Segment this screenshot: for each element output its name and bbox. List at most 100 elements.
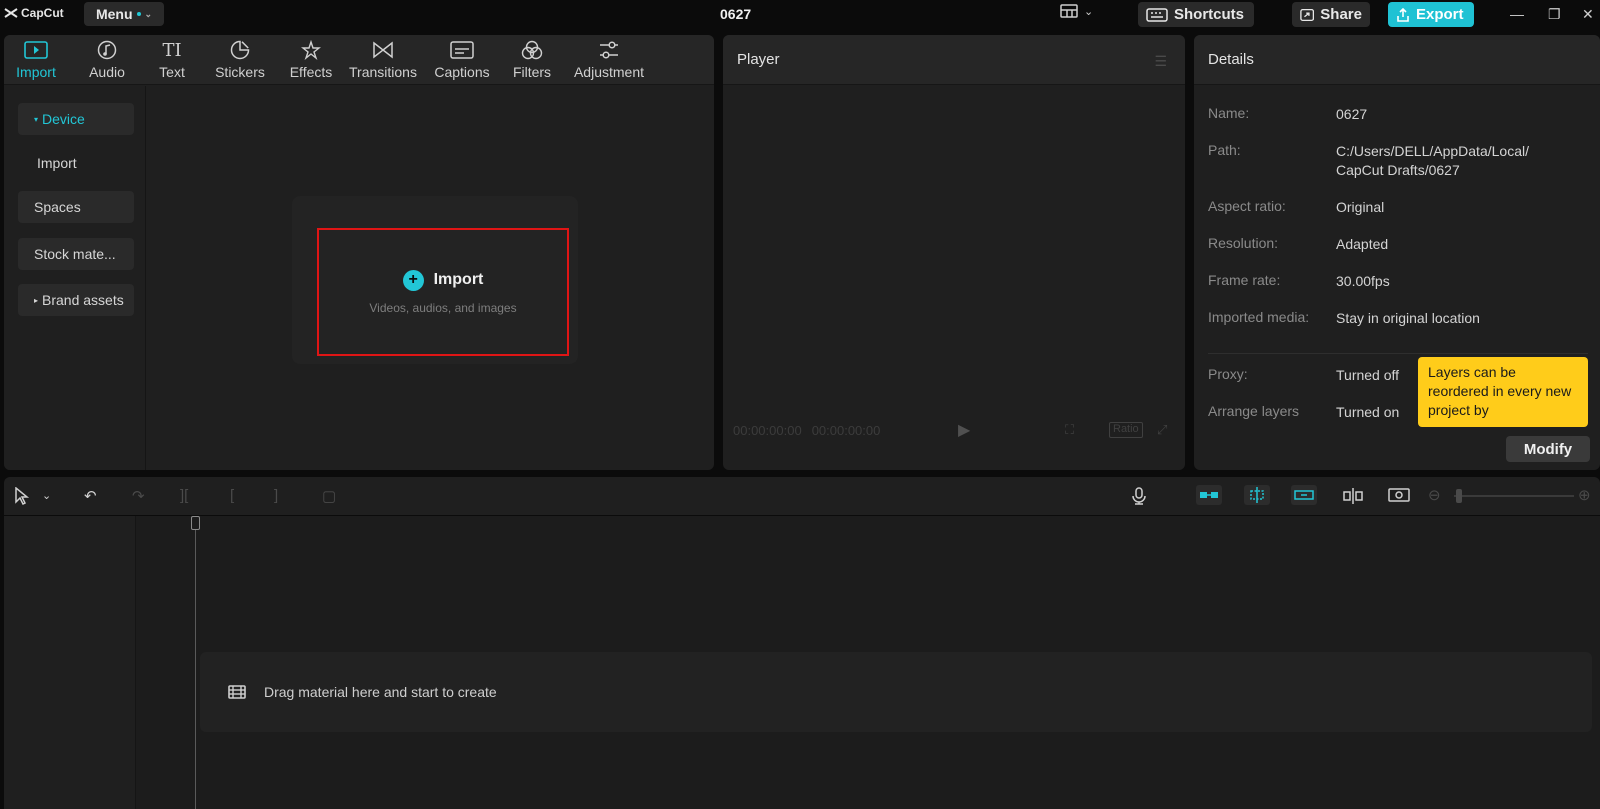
import-button[interactable]: + Import Videos, audios, and images <box>317 228 569 356</box>
detail-row-imported-media: Imported media: Stay in original locatio… <box>1208 309 1480 326</box>
chevron-down-icon: ⌄ <box>144 8 153 19</box>
zoom-slider-handle[interactable] <box>1456 489 1462 503</box>
sidebar-item-device[interactable]: ▾ Device <box>18 103 134 135</box>
plus-icon: + <box>402 269 424 291</box>
logo-text: CapCut <box>21 6 64 20</box>
caret-right-icon: ▸ <box>34 295 39 305</box>
timeline-area: Drag material here and start to create <box>4 516 1600 809</box>
tab-stickers[interactable]: Stickers <box>212 39 268 80</box>
main-track-magnet-icon[interactable] <box>1196 485 1222 509</box>
redo-icon[interactable]: ↷ <box>132 487 145 505</box>
effects-icon <box>301 39 321 61</box>
main-track-drop-zone[interactable]: Drag material here and start to create <box>200 652 1592 732</box>
sidebar-item-spaces[interactable]: Spaces <box>18 191 134 223</box>
layout-button[interactable]: ⌄ <box>1060 4 1093 18</box>
tab-import[interactable]: Import <box>12 39 60 80</box>
import-title-row: + Import <box>402 269 484 291</box>
layout-icon <box>1060 4 1078 18</box>
zoom-in-icon[interactable]: ⊕ <box>1578 486 1591 504</box>
current-time: 00:00:00:00 <box>733 422 802 438</box>
ratio-button[interactable]: Ratio <box>1109 422 1143 438</box>
tab-text[interactable]: TI Text <box>152 39 192 81</box>
preview-icon[interactable] <box>1388 487 1410 509</box>
trim-left-icon[interactable]: [ <box>230 487 234 504</box>
film-icon <box>228 685 246 699</box>
preview-axis-icon[interactable] <box>1342 487 1364 509</box>
play-icon[interactable]: ▶ <box>958 420 970 440</box>
tab-effects[interactable]: Effects <box>287 39 335 80</box>
details-title: Details <box>1208 51 1254 68</box>
undo-icon[interactable]: ↶ <box>84 487 97 505</box>
sidebar-item-stock-material[interactable]: Stock mate... <box>18 238 134 270</box>
zoom-slider[interactable] <box>1454 495 1574 497</box>
modify-button[interactable]: Modify <box>1506 436 1590 462</box>
track-headers <box>4 516 136 809</box>
detail-row-aspect-ratio: Aspect ratio: Original <box>1208 198 1385 215</box>
fullscreen-icon[interactable]: ⤢ <box>1157 422 1167 438</box>
tab-filters[interactable]: Filters <box>510 39 554 80</box>
caret-down-icon: ▾ <box>34 114 39 124</box>
detail-row-arrange-layers: Arrange layers Turned on <box>1208 403 1400 420</box>
tab-audio[interactable]: Audio <box>84 39 130 80</box>
capcut-logo: CapCut <box>4 6 64 20</box>
media-panel: Import Audio TI Text Stickers Effects Tr… <box>4 35 714 470</box>
menu-icon[interactable]: ☰ <box>1154 53 1167 70</box>
player-header: Player ☰ <box>723 35 1185 85</box>
shortcuts-button[interactable]: Shortcuts <box>1138 2 1254 27</box>
chevron-down-icon: ⌄ <box>1084 5 1094 18</box>
filters-icon <box>521 39 543 61</box>
timeline-toolbar: ⌄ ↶ ↷ ][ [ ] ▢ ⊖ ⊕ <box>4 477 1600 515</box>
menu-button[interactable]: Menu ⌄ <box>84 2 164 26</box>
media-toolbar: Import Audio TI Text Stickers Effects Tr… <box>4 35 714 85</box>
auto-snap-icon[interactable] <box>1244 485 1270 509</box>
tab-adjustment[interactable]: Adjustment <box>570 39 648 80</box>
share-label: Share <box>1320 6 1362 23</box>
menu-notification-dot <box>136 12 141 16</box>
title-bar: CapCut Menu ⌄ 0627 ⌄ Shortcuts Share Exp… <box>0 0 1600 28</box>
detail-row-path: Path: C:/Users/DELL/AppData/Local/CapCut… <box>1208 142 1529 178</box>
share-button[interactable]: Share <box>1292 2 1370 27</box>
export-label: Export <box>1416 6 1464 23</box>
select-cursor-icon[interactable] <box>14 486 30 509</box>
keyboard-icon <box>1146 7 1168 22</box>
captions-icon <box>450 39 474 61</box>
microphone-icon[interactable] <box>1132 487 1146 509</box>
detail-row-proxy: Proxy: Turned off <box>1208 366 1400 383</box>
delete-icon[interactable]: ▢ <box>322 487 336 505</box>
adjustment-icon <box>598 39 620 61</box>
share-icon <box>1300 8 1315 21</box>
detail-row-resolution: Resolution: Adapted <box>1208 235 1389 252</box>
playhead-line <box>195 516 196 809</box>
sidebar-item-import[interactable]: Import <box>18 147 134 179</box>
screenshot-icon[interactable]: ⛶ <box>1065 422 1074 438</box>
shortcuts-label: Shortcuts <box>1174 6 1245 23</box>
sidebar-item-brand-assets[interactable]: ▸ Brand assets <box>18 284 134 316</box>
details-divider <box>1208 353 1588 354</box>
close-icon[interactable]: ✕ <box>1582 6 1594 23</box>
minimize-icon[interactable]: — <box>1510 6 1524 22</box>
trim-right-icon[interactable]: ] <box>274 487 278 504</box>
import-title: Import <box>433 271 484 288</box>
layers-tooltip: Layers can be reordered in every new pro… <box>1418 357 1588 427</box>
split-icon[interactable]: ][ <box>180 487 188 504</box>
tab-captions[interactable]: Captions <box>430 39 494 80</box>
playhead-handle[interactable] <box>191 516 200 530</box>
text-icon: TI <box>162 39 182 61</box>
restore-icon[interactable]: ❐ <box>1548 6 1561 23</box>
chevron-down-icon[interactable]: ⌄ <box>42 489 51 502</box>
total-time: 00:00:00:00 <box>811 422 881 438</box>
zoom-out-icon[interactable]: ⊖ <box>1428 486 1441 504</box>
player-title: Player <box>737 51 780 68</box>
audio-icon <box>97 39 117 61</box>
import-icon <box>24 39 48 61</box>
project-title: 0627 <box>720 6 752 22</box>
linkage-icon[interactable] <box>1291 485 1317 509</box>
transitions-icon <box>372 39 394 61</box>
media-sidebar: ▾ Device Import Spaces Stock mate... ▸ B… <box>4 86 146 470</box>
export-button[interactable]: Export <box>1388 2 1474 27</box>
detail-row-name: Name: 0627 <box>1208 105 1368 122</box>
export-icon <box>1397 7 1409 22</box>
player-controls: 00:00:00:00 00:00:00:00 ▶ ⛶ Ratio ⤢ <box>733 418 1175 442</box>
player-panel: Player ☰ 00:00:00:00 00:00:00:00 ▶ ⛶ Rat… <box>723 35 1185 470</box>
tab-transitions[interactable]: Transitions <box>346 39 420 80</box>
